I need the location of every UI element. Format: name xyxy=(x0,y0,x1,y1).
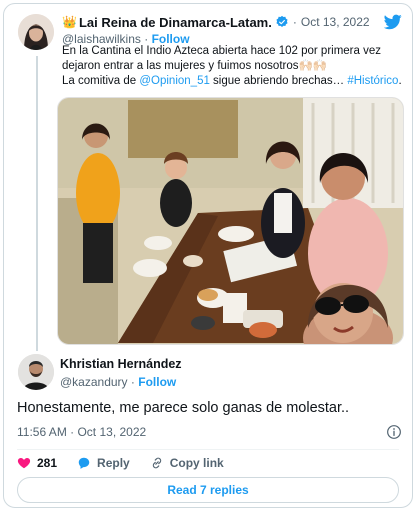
tweet-date[interactable]: Oct 13, 2022 xyxy=(301,15,370,29)
tweet-text: En la Cantina el Indio Azteca abierta ha… xyxy=(62,44,407,89)
tweet-embed-card: 👑 Lai Reina de Dinamarca-Latam. · Oct 13… xyxy=(3,3,413,508)
tweet-text-line: En la Cantina el Indio Azteca abierta ha… xyxy=(62,45,381,57)
reply-header: Khristian Hernández @kazandury · Follow xyxy=(60,357,182,389)
divider xyxy=(17,449,399,450)
reply-author-avatar[interactable] xyxy=(18,354,54,390)
tweet-photo[interactable] xyxy=(57,97,404,345)
reply-follow-button[interactable]: Follow xyxy=(138,375,176,389)
tweet-text-segment: . xyxy=(398,75,402,87)
author-avatar[interactable] xyxy=(18,14,54,50)
reply-label: Reply xyxy=(97,456,130,470)
read-replies-button[interactable]: Read 7 replies xyxy=(17,477,399,503)
info-icon[interactable] xyxy=(386,424,402,440)
author-name[interactable]: Lai Reina de Dinamarca-Latam. xyxy=(79,15,272,30)
crown-emoji: 👑 xyxy=(62,15,77,29)
like-count: 281 xyxy=(37,456,58,470)
reply-timestamp[interactable]: 11:56 AM · Oct 13, 2022 xyxy=(17,425,146,439)
heart-icon xyxy=(17,458,31,469)
reply-text: Honestamente, me parece solo ganas de mo… xyxy=(17,400,350,416)
mention-link[interactable]: @Opinion_51 xyxy=(139,75,210,87)
reply-button[interactable]: Reply xyxy=(77,456,130,470)
thread-connector-line xyxy=(36,56,38,351)
tweet-text-segment: sigue abriendo brechas… xyxy=(209,75,348,87)
author-header: 👑 Lai Reina de Dinamarca-Latam. · Oct 13… xyxy=(62,14,402,48)
like-button[interactable]: 281 xyxy=(17,456,57,470)
copy-link-button[interactable]: Copy link xyxy=(150,456,224,470)
reply-author-name[interactable]: Khristian Hernández xyxy=(60,357,182,371)
tweet-text-line: dejaron entrar a las mujeres y fuimos no… xyxy=(62,60,328,72)
reply-author-handle[interactable]: @kazandury xyxy=(60,375,128,389)
separator-dot: · xyxy=(292,15,297,29)
reply-bubble-icon xyxy=(78,457,90,469)
action-bar: 281 Reply Copy link xyxy=(17,456,244,470)
hashtag-link[interactable]: #Histórico xyxy=(347,75,398,87)
copy-link-label: Copy link xyxy=(169,456,224,470)
link-icon xyxy=(152,457,161,469)
verified-badge-icon xyxy=(276,15,288,27)
twitter-bird-icon[interactable] xyxy=(384,14,402,30)
tweet-text-segment: La comitiva de xyxy=(62,75,140,87)
